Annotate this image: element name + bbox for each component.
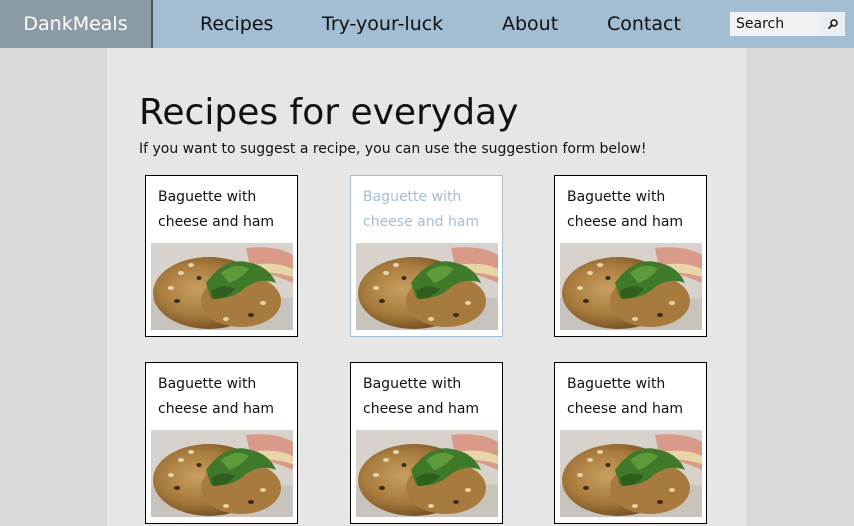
recipe-card-title: Baguette with cheese and ham <box>158 376 275 417</box>
recipe-image <box>356 430 498 517</box>
recipe-card-title: Baguette with cheese and ham <box>363 189 480 230</box>
recipe-card[interactable]: Baguette with cheese and ham <box>145 175 298 337</box>
recipe-image <box>560 430 702 517</box>
brand-logo[interactable]: DankMeals <box>0 0 153 48</box>
recipe-image <box>151 243 293 330</box>
recipe-card[interactable]: Baguette with cheese and ham <box>554 362 707 524</box>
search-box <box>730 12 845 36</box>
page-subtitle: If you want to suggest a recipe, you can… <box>139 141 647 157</box>
search-icon <box>828 19 838 29</box>
recipe-image <box>560 243 702 330</box>
main-content: Recipes for everyday If you want to sugg… <box>107 48 746 526</box>
recipe-card-title: Baguette with cheese and ham <box>567 376 684 417</box>
recipe-card[interactable]: Baguette with cheese and ham <box>350 362 503 524</box>
search-button[interactable] <box>821 12 845 36</box>
page-title: Recipes for everyday <box>139 92 519 133</box>
search-input[interactable] <box>730 12 820 36</box>
recipe-card-title: Baguette with cheese and ham <box>567 189 684 230</box>
recipe-image <box>356 243 498 330</box>
nav-link-try-your-luck[interactable]: Try-your-luck <box>322 0 443 48</box>
recipe-card[interactable]: Baguette with cheese and ham <box>554 175 707 337</box>
nav-link-recipes[interactable]: Recipes <box>200 0 273 48</box>
recipe-image <box>151 430 293 517</box>
top-navbar: DankMeals Recipes Try-your-luck About Co… <box>0 0 854 48</box>
nav-link-contact[interactable]: Contact <box>607 0 681 48</box>
recipe-card-title: Baguette with cheese and ham <box>363 376 480 417</box>
nav-link-about[interactable]: About <box>502 0 558 48</box>
recipe-card-title: Baguette with cheese and ham <box>158 189 275 230</box>
recipe-card[interactable]: Baguette with cheese and ham <box>145 362 298 524</box>
recipe-card[interactable]: Baguette with cheese and ham <box>350 175 503 337</box>
